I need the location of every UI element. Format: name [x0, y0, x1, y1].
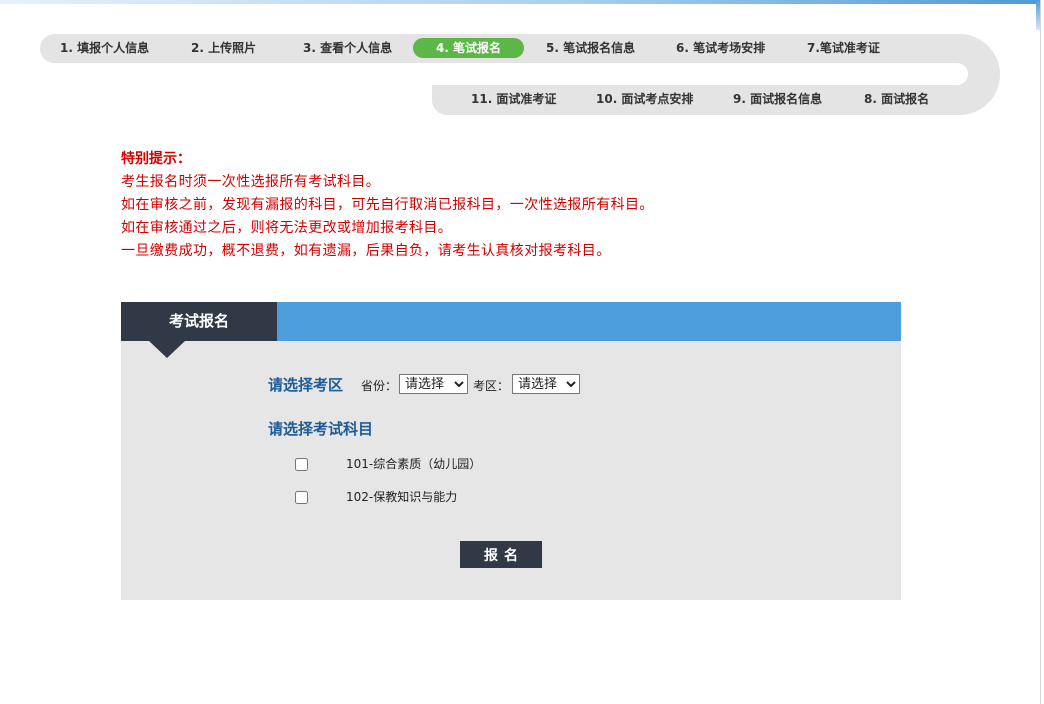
- select-region-heading: 请选择考区: [268, 376, 344, 394]
- notice-line: 考生报名时须一次性选报所有考试科目。: [121, 174, 381, 190]
- track-inner-gap: [432, 63, 968, 85]
- special-notice: 特别提示： 考生报名时须一次性选报所有考试科目。 如在审核之前，发现有漏报的科目…: [121, 148, 654, 263]
- step-8-interview-registration: 8. 面试报名: [864, 92, 930, 106]
- step-6-written-exam-room: 6. 笔试考场安排: [676, 41, 766, 55]
- register-button[interactable]: 报名: [460, 541, 542, 568]
- district-select[interactable]: 请选择: [512, 374, 580, 394]
- step-1-fill-personal-info: 1. 填报个人信息: [60, 41, 150, 55]
- select-subjects-heading: 请选择考试科目: [268, 420, 374, 438]
- notice-line: 如在审核之前，发现有漏报的科目，可先自行取消已报科目，一次性选报所有科目。: [121, 197, 654, 213]
- step-progress-track: 1. 填报个人信息 2. 上传照片 3. 查看个人信息 4. 笔试报名 5. 笔…: [0, 0, 1044, 120]
- district-label: 考区：: [473, 379, 510, 393]
- step-4-written-exam-registration: 4. 笔试报名: [413, 38, 524, 58]
- subject-101-label: 101-综合素质（幼儿园）: [346, 457, 482, 471]
- step-3-view-personal-info: 3. 查看个人信息: [303, 41, 393, 55]
- subject-102-checkbox[interactable]: [295, 491, 308, 504]
- panel-tab-pointer: [149, 341, 185, 358]
- panel-tab-exam-registration: 考试报名: [121, 302, 277, 341]
- subject-102-label: 102-保教知识与能力: [346, 490, 458, 504]
- step-2-upload-photo: 2. 上传照片: [191, 41, 257, 55]
- step-5-written-registration-info: 5. 笔试报名信息: [546, 41, 636, 55]
- step-9-interview-registration-info: 9. 面试报名信息: [733, 92, 823, 106]
- notice-line: 一旦缴费成功，概不退费，如有遗漏，后果自负，请考生认真核对报考科目。: [121, 243, 611, 259]
- step-7-written-admission-ticket: 7.笔试准考证: [807, 41, 880, 55]
- province-label: 省份：: [361, 379, 398, 393]
- notice-title: 特别提示：: [121, 151, 191, 167]
- subject-101-checkbox[interactable]: [295, 458, 308, 471]
- step-11-interview-admission-ticket: 11. 面试准考证: [471, 92, 557, 106]
- step-10-interview-venue: 10. 面试考点安排: [596, 92, 694, 106]
- province-select[interactable]: 请选择: [399, 374, 468, 394]
- exam-registration-panel: 考试报名 请选择考区 省份： 请选择 考区： 请选择 请选择考试科目 101-综…: [121, 302, 901, 600]
- notice-line: 如在审核通过之后，则将无法更改或增加报考科目。: [121, 220, 453, 236]
